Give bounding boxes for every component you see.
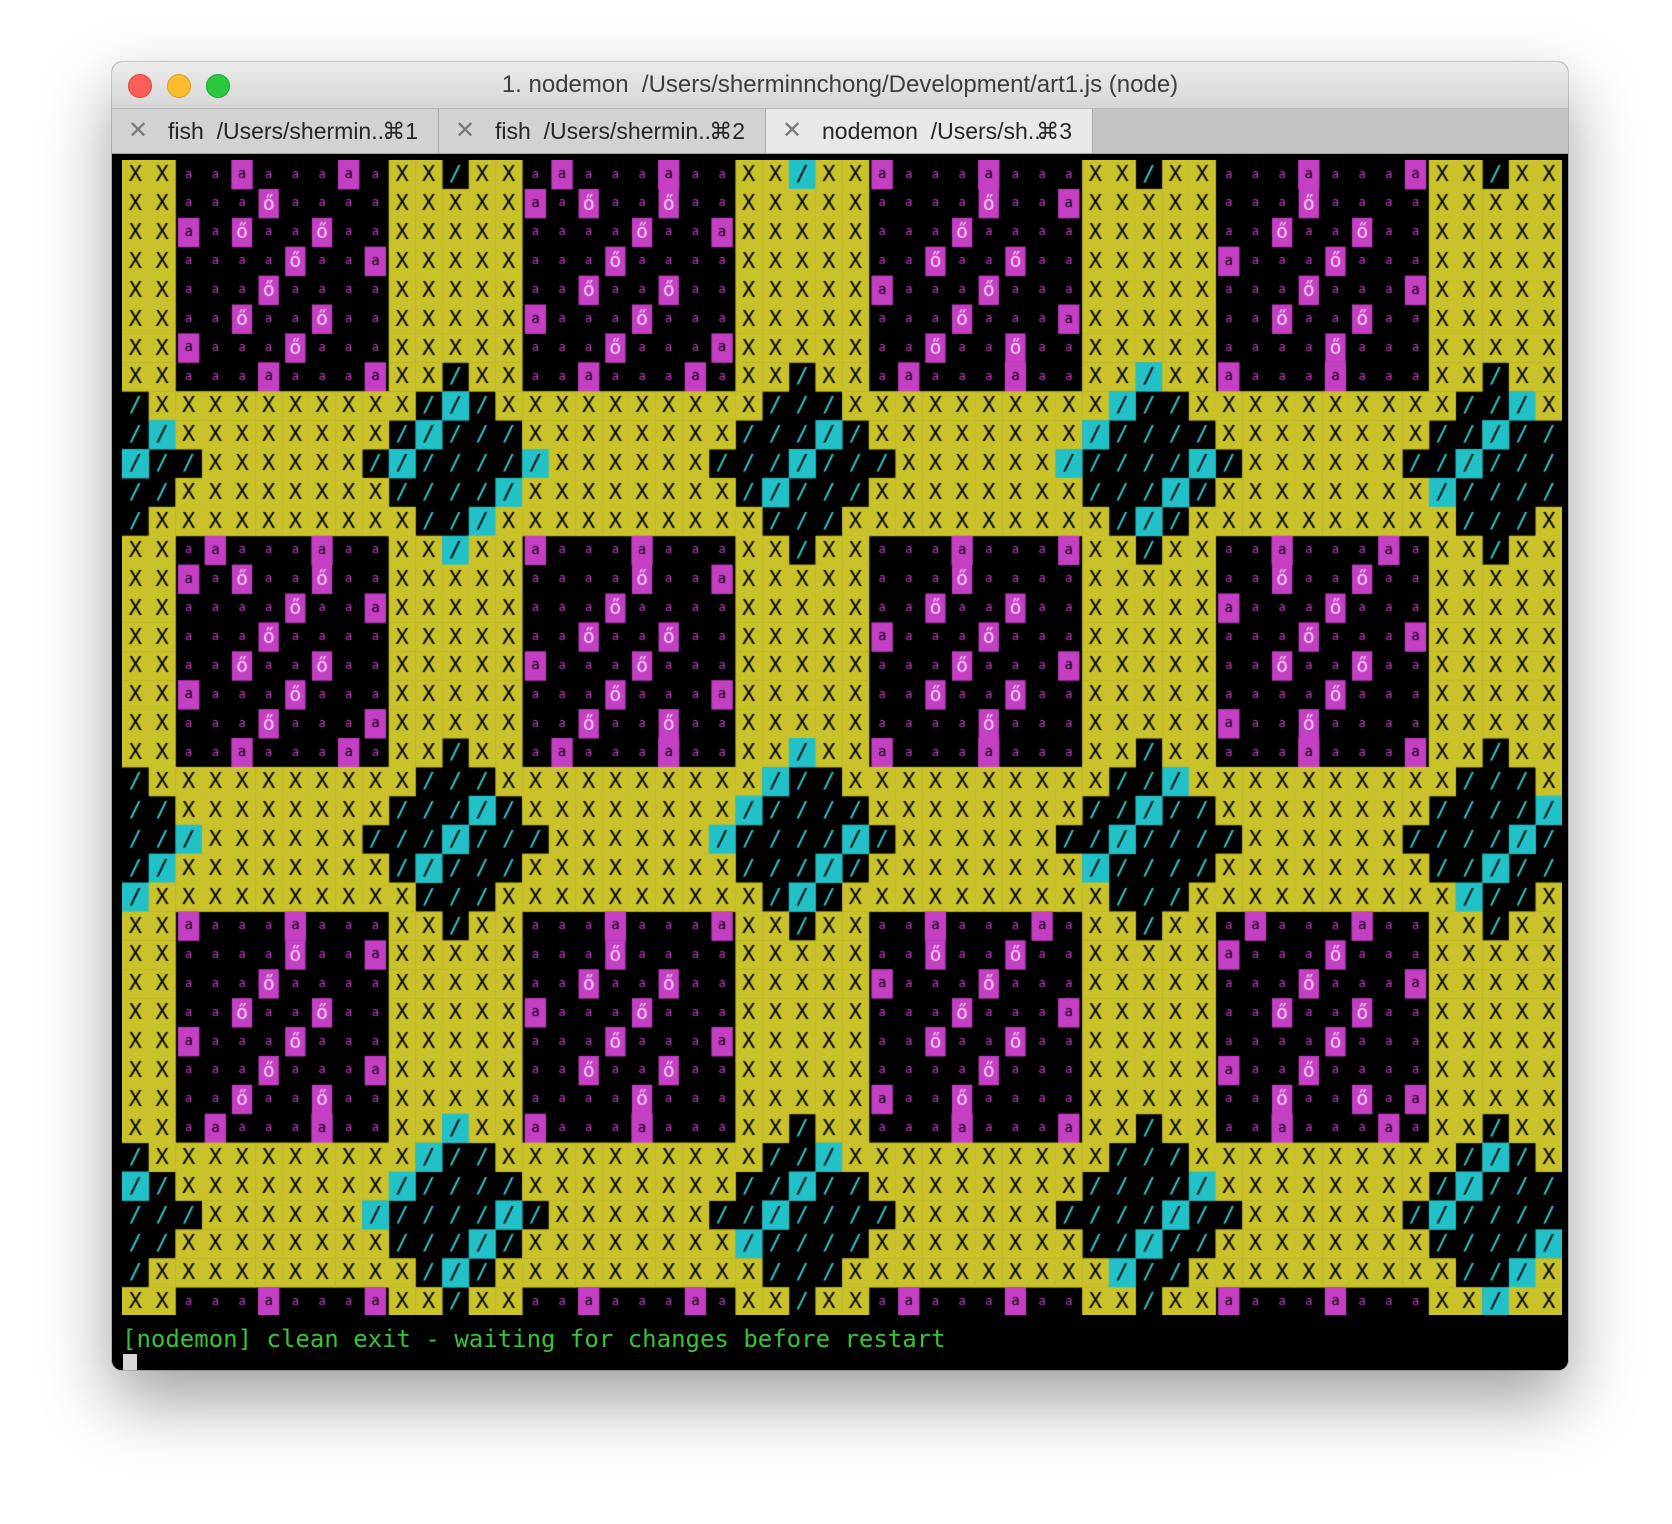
ascii-art-pattern	[122, 160, 1562, 1315]
terminal-cursor	[123, 1354, 137, 1370]
tab-3[interactable]: ✕ nodemon /Users/sh... ⌘3	[766, 109, 1093, 153]
terminal-output[interactable]: [nodemon] clean exit - waiting for chang…	[112, 154, 1568, 1370]
tab-2[interactable]: ✕ fish /Users/shermin... ⌘2	[439, 109, 766, 153]
window-title: 1. nodemon /Users/sherminnchong/Developm…	[501, 71, 1179, 98]
tab-label: fish /Users/shermin...	[495, 118, 718, 144]
tab-bar: ✕ fish /Users/shermin... ⌘1 ✕ fish /User…	[112, 109, 1568, 154]
title-bar[interactable]: 1. nodemon /Users/sherminnchong/Developm…	[112, 62, 1568, 109]
close-tab-icon[interactable]: ✕	[128, 109, 148, 153]
tab-label: nodemon /Users/sh...	[822, 118, 1047, 144]
tab-shortcut: ⌘3	[1036, 118, 1072, 144]
close-tab-icon[interactable]: ✕	[455, 109, 475, 153]
close-tab-icon[interactable]: ✕	[782, 109, 802, 153]
terminal-window: 1. nodemon /Users/sherminnchong/Developm…	[112, 62, 1568, 1370]
tab-shortcut: ⌘2	[709, 118, 745, 144]
nodemon-status-line: [nodemon] clean exit - waiting for chang…	[122, 1325, 946, 1353]
tab-label: fish /Users/shermin...	[168, 118, 391, 144]
tab-1[interactable]: ✕ fish /Users/shermin... ⌘1	[112, 109, 439, 153]
tab-shortcut: ⌘1	[382, 118, 418, 144]
